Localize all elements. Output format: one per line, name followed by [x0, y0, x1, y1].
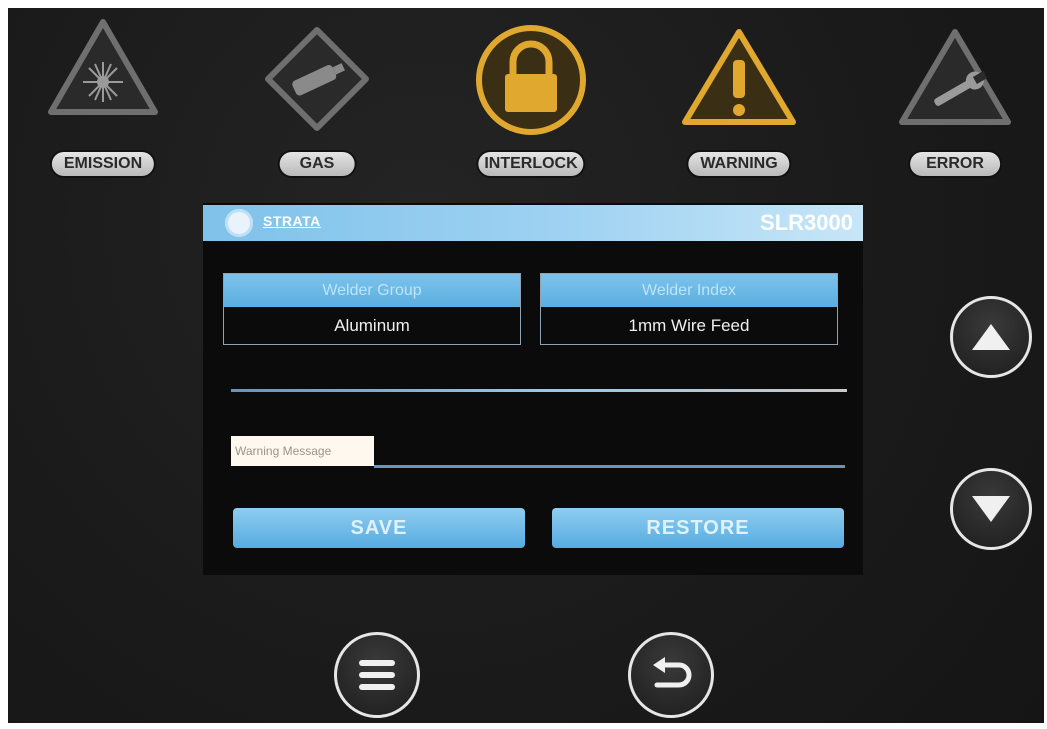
- exclamation-warning-icon: [682, 29, 796, 125]
- chevron-down-icon: [972, 496, 1010, 522]
- display-screen: STRATA SLR3000 Welder Group Aluminum Wel…: [203, 203, 863, 575]
- scroll-down-button[interactable]: [950, 468, 1032, 550]
- gas-cylinder-icon: [265, 27, 369, 131]
- welder-group-label: Welder Group: [224, 274, 520, 307]
- menu-button[interactable]: [334, 632, 420, 718]
- divider: [231, 389, 847, 392]
- warning-label: WARNING: [688, 152, 790, 176]
- back-arrow-icon: [653, 657, 692, 688]
- welder-index-label: Welder Index: [541, 274, 837, 307]
- gas-label: GAS: [279, 152, 355, 176]
- indicator-emission: EMISSION: [28, 16, 178, 186]
- save-button[interactable]: SAVE: [233, 508, 525, 548]
- warning-message-label: Warning Message: [231, 436, 374, 466]
- indicator-interlock: INTERLOCK: [456, 16, 606, 186]
- wrench-error-icon: [899, 29, 1011, 125]
- padlock-icon: [476, 25, 586, 135]
- emission-label: EMISSION: [51, 152, 155, 176]
- warning-message-underline: [374, 465, 845, 468]
- indicator-gas: GAS: [242, 16, 392, 186]
- error-label: ERROR: [910, 152, 1000, 176]
- welder-group-value[interactable]: Aluminum: [224, 307, 520, 344]
- restore-button[interactable]: RESTORE: [552, 508, 844, 548]
- header-bar: STRATA SLR3000: [203, 205, 863, 241]
- interlock-label: INTERLOCK: [478, 152, 584, 176]
- model-name: SLR3000: [760, 210, 853, 235]
- back-button[interactable]: [628, 632, 714, 718]
- brand-logo-icon: [225, 209, 253, 237]
- brand-name: STRATA: [263, 213, 321, 229]
- welder-group-field[interactable]: Welder Group Aluminum: [223, 273, 521, 345]
- menu-icon: [359, 660, 395, 690]
- indicator-warning: WARNING: [664, 16, 814, 186]
- scroll-up-button[interactable]: [950, 296, 1032, 378]
- welder-index-field[interactable]: Welder Index 1mm Wire Feed: [540, 273, 838, 345]
- indicator-error: ERROR: [880, 16, 1030, 186]
- device-panel: EMISSION GAS INTERLOCK WARNING ERROR STR…: [8, 8, 1044, 723]
- welder-index-value[interactable]: 1mm Wire Feed: [541, 307, 837, 344]
- laser-radiation-icon: [48, 19, 158, 115]
- chevron-up-icon: [972, 324, 1010, 350]
